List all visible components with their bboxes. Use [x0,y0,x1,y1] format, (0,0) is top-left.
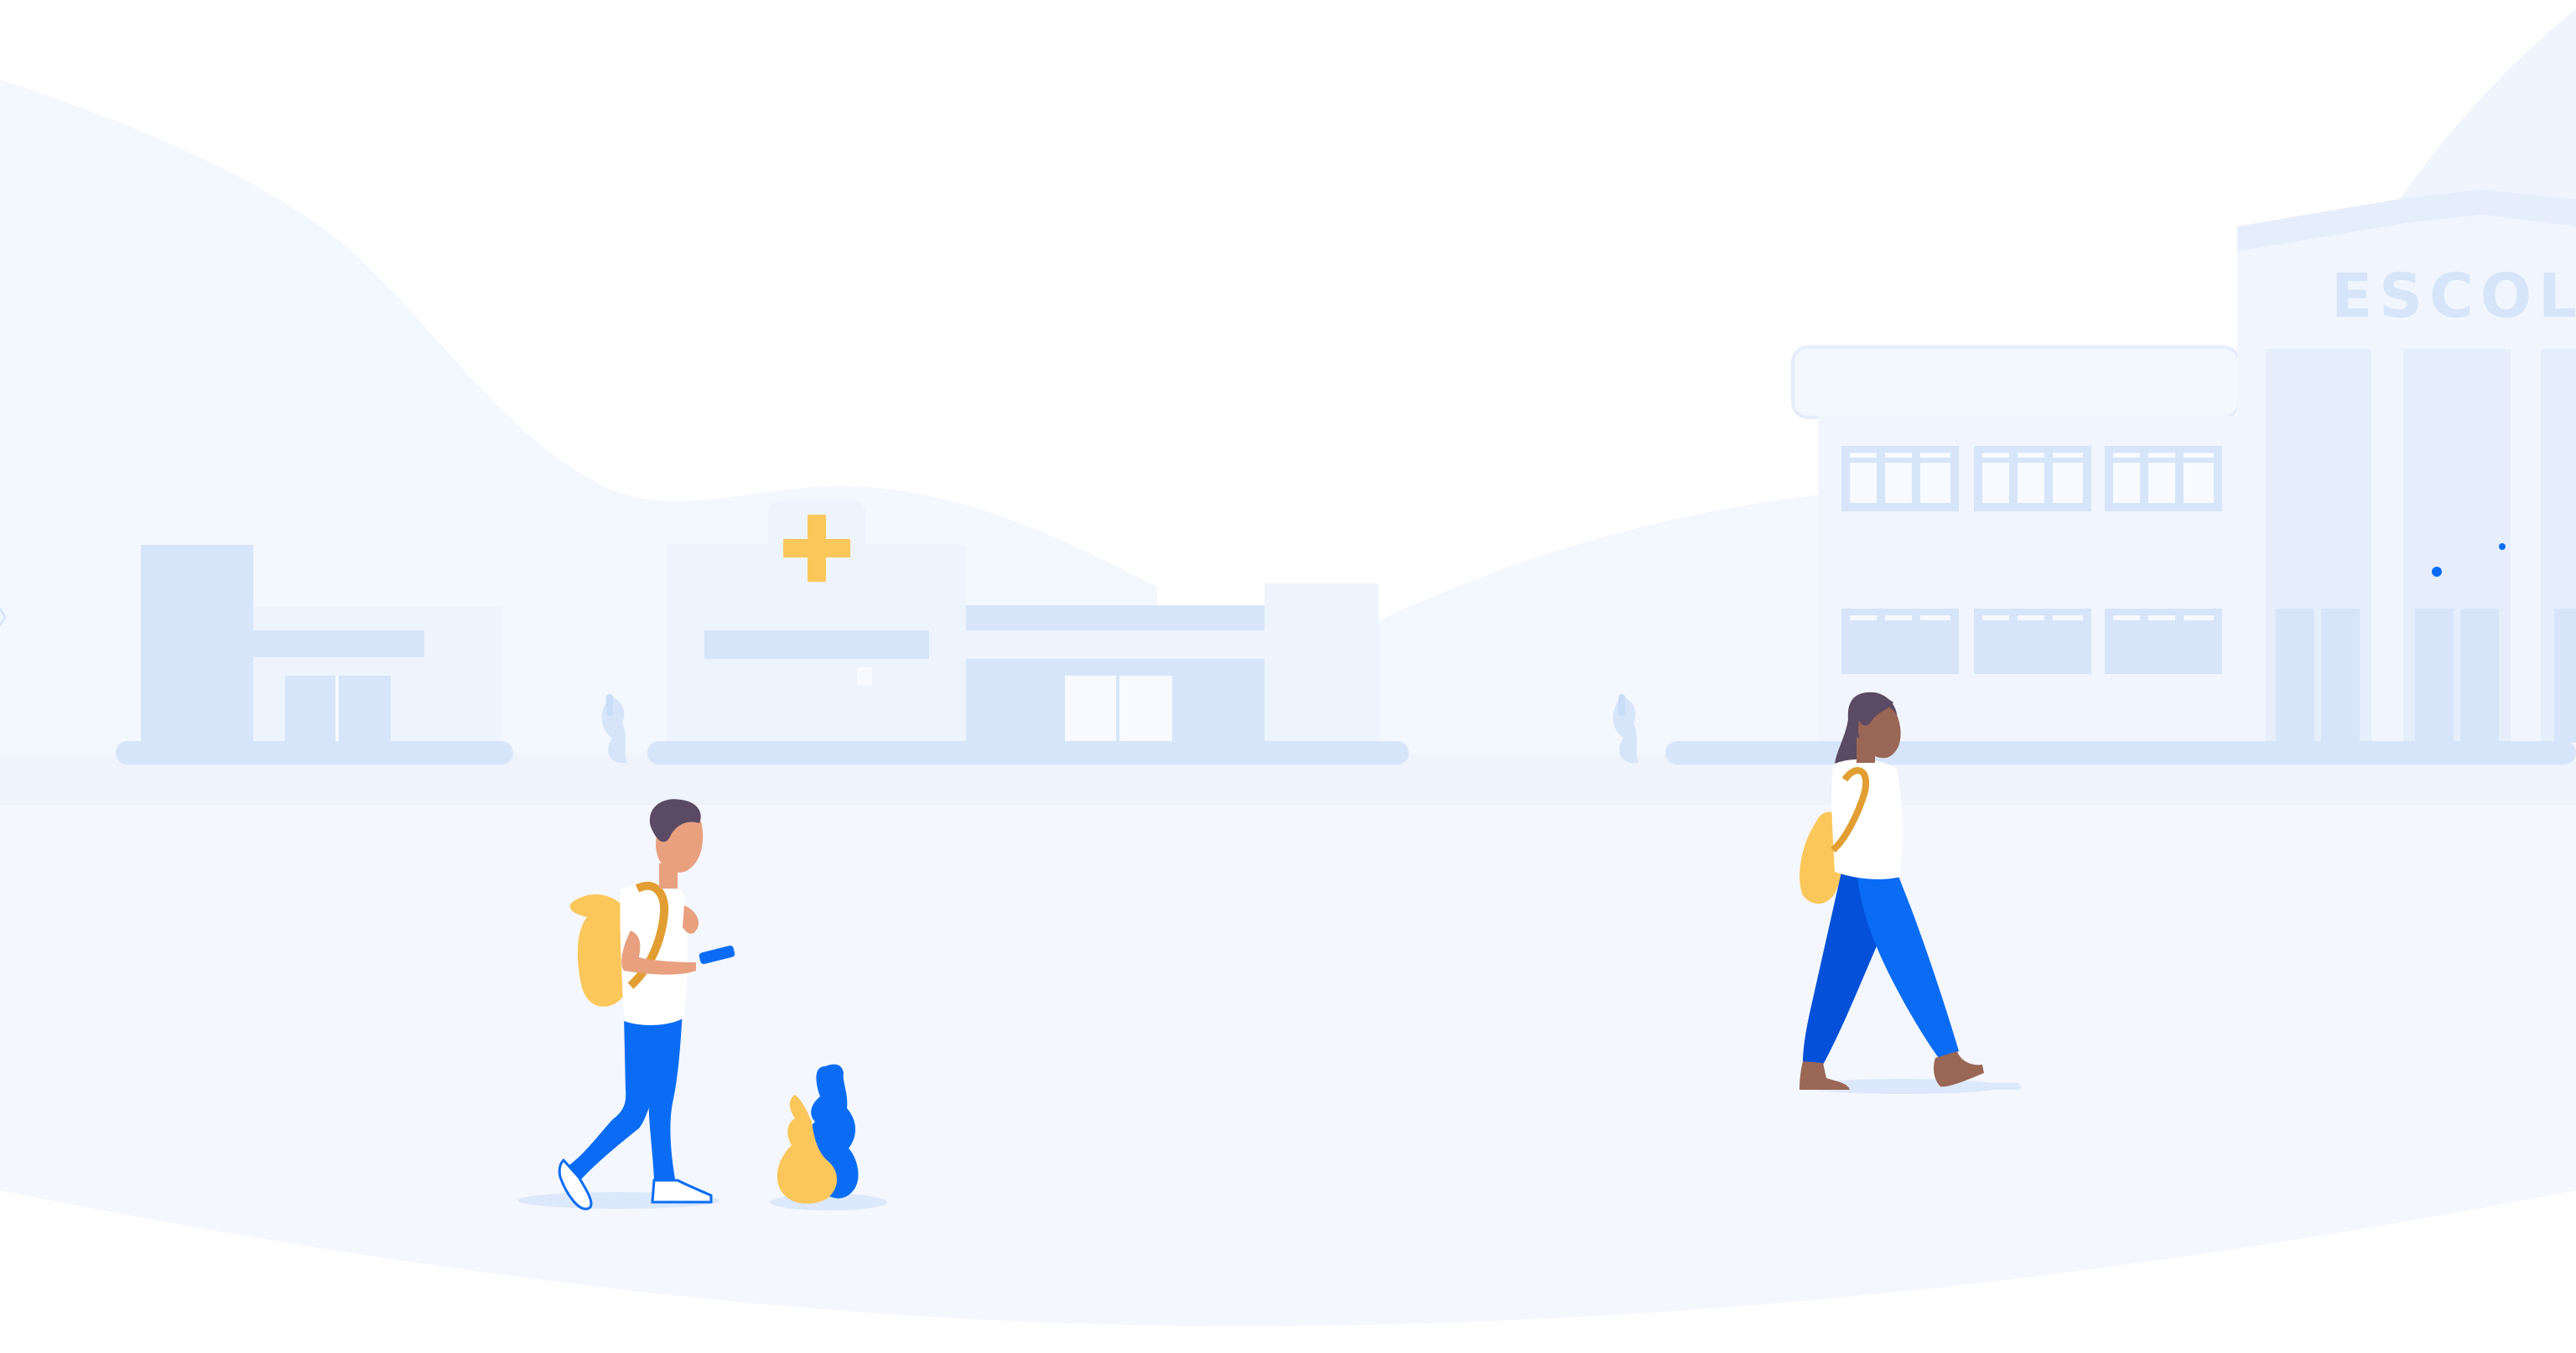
ground [0,754,2576,1327]
illustration-scene: ESCOLA [0,8,2576,1327]
school-sign: ESCOLA [2331,261,2576,331]
school-windows-lower [1841,609,2222,674]
school-windows-upper [1841,446,2222,511]
